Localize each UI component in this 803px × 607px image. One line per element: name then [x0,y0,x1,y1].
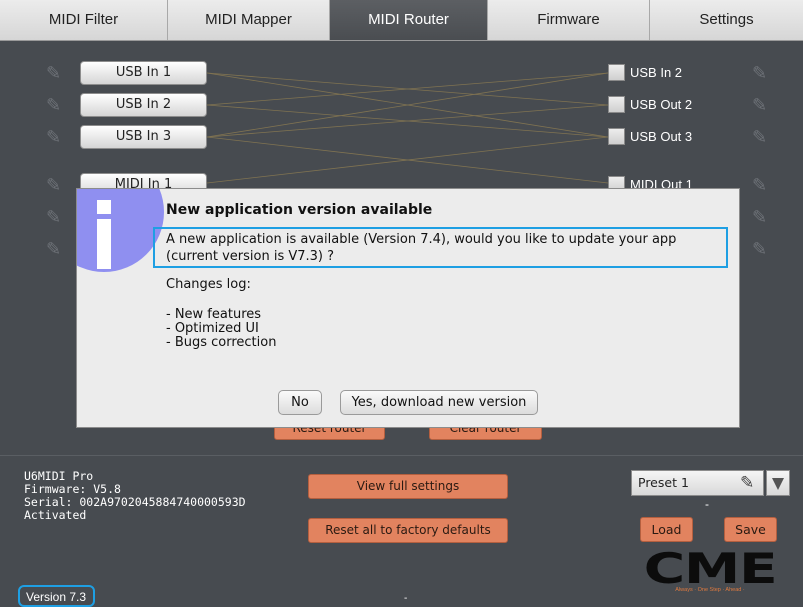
device-info: U6MIDI Pro Firmware: V5.8 Serial: 002A97… [24,470,246,522]
tab-settings[interactable]: Settings [650,0,803,40]
no-button[interactable]: No [278,390,322,415]
tab-firmware[interactable]: Firmware [488,0,650,40]
reset-factory-defaults-button[interactable]: Reset all to factory defaults [308,518,508,543]
pencil-icon[interactable]: ✎ [46,64,64,82]
preset-selector[interactable]: Preset 1 ✎ [631,470,764,496]
port-usb-in-3[interactable]: USB In 3 [80,125,207,149]
update-dialog: New application version available A new … [76,188,740,428]
yes-download-button[interactable]: Yes, download new version [340,390,538,415]
triangle-down-icon [772,478,784,490]
view-full-settings-button[interactable]: View full settings [308,474,508,499]
save-button[interactable]: Save [724,517,777,542]
pencil-icon[interactable]: ✎ [46,176,64,194]
port-usb-in-2[interactable]: USB In 2 [80,93,207,117]
pencil-icon[interactable]: ✎ [752,96,770,114]
pencil-icon[interactable]: ✎ [740,473,754,493]
tab-midi-mapper[interactable]: MIDI Mapper [168,0,330,40]
port-label-usb-out-3: USB Out 3 [630,129,693,144]
pencil-icon[interactable]: ✎ [752,208,770,226]
divider [0,455,803,456]
pencil-icon[interactable]: ✎ [46,128,64,146]
dialog-title: New application version available [166,202,433,218]
preset-dropdown[interactable] [766,470,790,496]
logo-tagline: Always · One Step · Ahead · [675,587,745,593]
tab-midi-router[interactable]: MIDI Router [330,0,488,40]
logo-text: CME [643,544,778,593]
pencil-icon[interactable]: ✎ [752,240,770,258]
pencil-icon[interactable]: ✎ [46,208,64,226]
port-label-usb-in-2: USB In 2 [630,65,683,80]
pencil-icon[interactable]: ✎ [752,176,770,194]
port-checkbox[interactable] [608,64,625,81]
load-button[interactable]: Load [640,517,693,542]
changes-item: - New features [166,307,262,322]
changes-heading: Changes log: [166,277,251,292]
port-usb-in-1[interactable]: USB In 1 [80,61,207,85]
cme-logo: CME Always · One Step · Ahead · [644,544,778,597]
pencil-icon[interactable]: ✎ [46,96,64,114]
port-checkbox[interactable] [608,96,625,113]
tab-bar: MIDI Filter MIDI Mapper MIDI Router Firm… [0,0,803,41]
port-label-usb-out-2: USB Out 2 [630,97,693,112]
port-checkbox[interactable] [608,128,625,145]
device-status: Activated [24,508,87,522]
pencil-icon[interactable]: ✎ [752,128,770,146]
dialog-message: A new application is available (Version … [166,232,677,264]
tab-midi-filter[interactable]: MIDI Filter [0,0,168,40]
changes-item: - Optimized UI [166,321,259,336]
preset-dash: - [705,497,709,511]
pencil-icon[interactable]: ✎ [752,64,770,82]
preset-name: Preset 1 [638,475,689,490]
version-label: Version 7.3 [18,585,95,607]
bottom-dash: - [404,593,408,604]
changes-item: - Bugs correction [166,335,277,350]
info-icon [77,189,164,272]
pencil-icon[interactable]: ✎ [46,240,64,258]
